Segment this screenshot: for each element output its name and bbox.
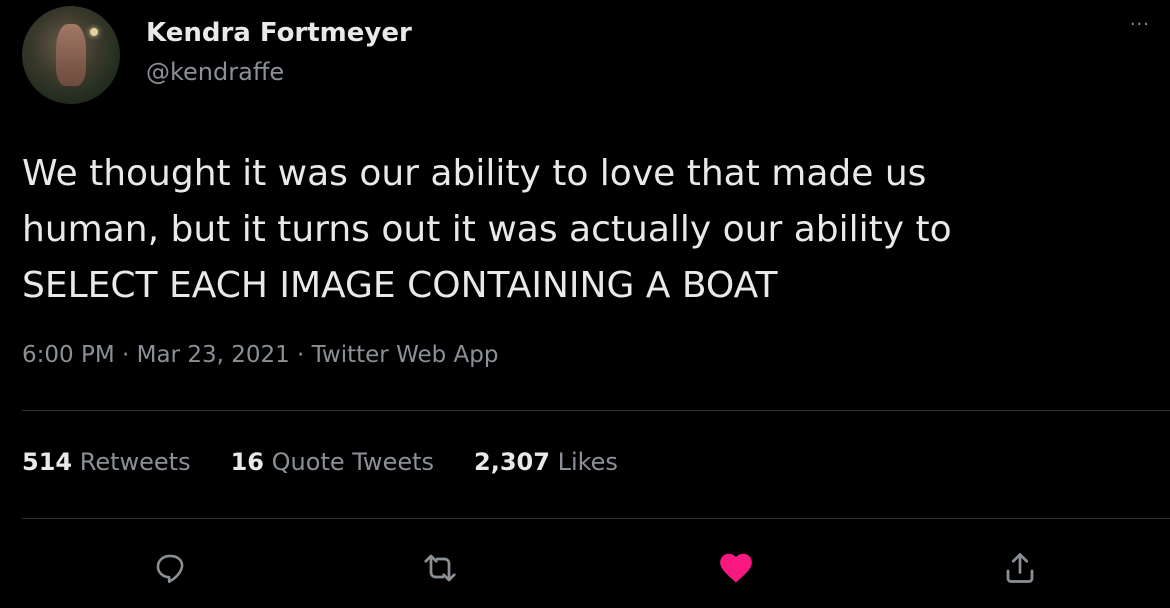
avatar-figure [56,24,86,86]
user-handle[interactable]: @kendraffe [146,58,284,86]
quotes-count: 16 [230,448,265,476]
reply-button[interactable] [148,546,192,590]
tweet-text-line: We thought it was our ability to love th… [22,153,927,194]
quotes-label: Quote Tweets [271,448,435,476]
tweet-stats: 514 Retweets 16 Quote Tweets 2,307 Likes [22,448,618,476]
more-options-icon[interactable]: ··· [1130,14,1150,35]
avatar-light [90,28,98,36]
divider [22,518,1170,519]
share-button[interactable] [998,546,1042,590]
likes-label: Likes [557,448,618,476]
tweet-text-line: human, but it turns out it was actually … [22,209,952,250]
heart-icon [720,553,752,583]
divider [22,410,1170,411]
like-button[interactable] [714,546,758,590]
reply-icon [156,554,184,584]
retweet-icon [424,554,456,582]
avatar[interactable] [22,6,120,104]
tweet-text: We thought it was our ability to love th… [22,146,1142,314]
retweets-stat[interactable]: 514 Retweets [22,448,191,476]
retweets-label: Retweets [79,448,191,476]
tweet-text-line: SELECT EACH IMAGE CONTAINING A BOAT [22,265,778,306]
quotes-stat[interactable]: 16 Quote Tweets [231,448,434,476]
tweet-timestamp[interactable]: 6:00 PM · Mar 23, 2021 · Twitter Web App [22,342,498,368]
retweets-count: 514 [22,448,73,476]
likes-count: 2,307 [474,448,550,476]
likes-stat[interactable]: 2,307 Likes [474,448,618,476]
retweet-button[interactable] [418,546,462,590]
share-icon [1006,553,1034,583]
display-name[interactable]: Kendra Fortmeyer [146,18,412,48]
